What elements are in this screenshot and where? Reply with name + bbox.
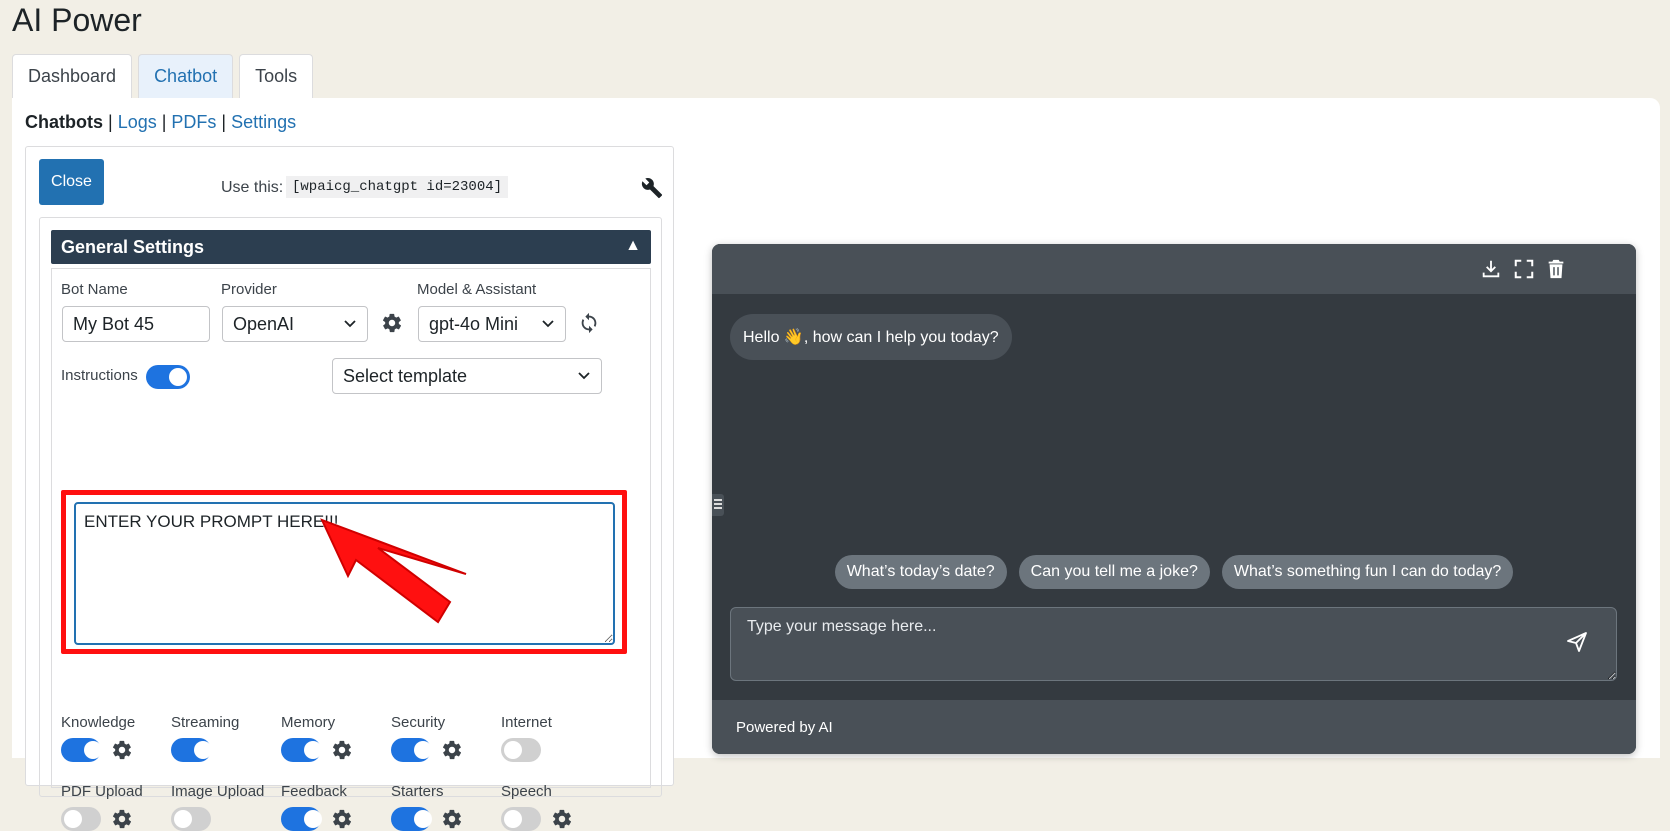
feature-toggle-image-upload[interactable] <box>171 807 211 831</box>
starter-chip[interactable]: What’s something fun I can do today? <box>1221 555 1514 589</box>
feature-label: Streaming <box>171 714 240 731</box>
gear-icon[interactable] <box>331 808 353 830</box>
feature-toggle-internet[interactable] <box>501 738 541 762</box>
bot-name-input[interactable]: My Bot 45 <box>62 306 210 342</box>
chat-preview: Hello 👋, how can I help you today? What’… <box>712 244 1636 754</box>
instructions-toggle[interactable] <box>146 365 190 389</box>
feature-toggle-security[interactable] <box>391 738 432 762</box>
instructions-textarea[interactable]: ENTER YOUR PROMPT HERE!!! <box>74 502 615 645</box>
greeting-bubble: Hello 👋, how can I help you today? <box>730 314 1012 360</box>
feature-label: PDF Upload <box>61 783 143 800</box>
bot-editor-card: Close Use this: [wpaicg_chatgpt id=23004… <box>25 146 674 831</box>
main-panel: Chatbots | Logs | PDFs | Settings Close Use th… <box>12 98 1660 831</box>
prompt-highlight-box: ENTER YOUR PROMPT HERE!!! <box>61 490 627 654</box>
subnav-current: Chatbots <box>25 112 103 132</box>
page-title: AI Power <box>12 2 142 38</box>
general-settings-title: General Settings <box>61 236 205 257</box>
tab-dashboard[interactable]: Dashboard <box>12 54 133 98</box>
template-select[interactable]: Select template <box>332 358 602 394</box>
chevron-down-icon <box>542 320 554 328</box>
subnav-separator: | <box>161 112 167 132</box>
shortcode: [wpaicg_chatgpt id=23004] <box>286 176 509 198</box>
gear-icon[interactable] <box>551 808 573 830</box>
subnav-logs-link[interactable]: Logs <box>118 112 157 132</box>
general-settings-header[interactable]: General Settings ▲ <box>51 230 651 264</box>
fullscreen-icon[interactable] <box>1513 258 1535 280</box>
feature-label: Starters <box>391 783 444 800</box>
chat-header <box>712 244 1636 294</box>
provider-label: Provider <box>221 281 277 298</box>
starter-chip[interactable]: What’s today’s date? <box>834 555 1007 589</box>
feature-label: Speech <box>501 783 552 800</box>
sub-navigation: Chatbots | Logs | PDFs | Settings <box>25 112 296 133</box>
model-label: Model & Assistant <box>417 281 537 298</box>
send-icon[interactable] <box>1565 630 1589 654</box>
feature-toggle-memory[interactable] <box>281 738 322 762</box>
subnav-separator: | <box>221 112 227 132</box>
feature-toggle-knowledge[interactable] <box>61 738 102 762</box>
tab-chatbot[interactable]: Chatbot <box>138 54 234 98</box>
feature-toggle-starters[interactable] <box>391 807 432 831</box>
feature-toggle-feedback[interactable] <box>281 807 322 831</box>
refresh-icon[interactable] <box>578 312 600 334</box>
wrench-icon[interactable] <box>641 177 663 199</box>
feature-label: Feedback <box>281 783 347 800</box>
gear-icon[interactable] <box>441 808 463 830</box>
feature-label: Image Upload <box>171 783 265 800</box>
gear-icon[interactable] <box>111 808 133 830</box>
drag-handle-icon[interactable] <box>712 494 724 516</box>
subnav-pdfs-link[interactable]: PDFs <box>171 112 216 132</box>
starter-chip[interactable]: Can you tell me a joke? <box>1018 555 1210 589</box>
bot-name-label: Bot Name <box>61 281 128 298</box>
model-select[interactable]: gpt-4o Mini <box>418 306 566 342</box>
gear-icon[interactable] <box>111 739 133 761</box>
instructions-label: Instructions <box>61 367 138 384</box>
template-value: Select template <box>343 365 468 386</box>
close-button[interactable]: Close <box>39 159 104 205</box>
feature-label: Security <box>391 714 446 731</box>
chevron-down-icon <box>578 372 590 380</box>
tab-bar: Dashboard Chatbot Tools <box>12 54 314 98</box>
download-icon[interactable] <box>1480 258 1502 280</box>
chat-message-input[interactable] <box>730 607 1617 681</box>
chevron-down-icon <box>344 320 356 328</box>
gear-icon[interactable] <box>441 739 463 761</box>
feature-toggle-speech[interactable] <box>501 807 541 831</box>
provider-value: OpenAI <box>233 313 295 334</box>
subnav-separator: | <box>108 112 113 132</box>
feature-toggle-pdf-upload[interactable] <box>61 807 101 831</box>
collapse-caret-icon: ▲ <box>625 237 641 254</box>
trash-icon[interactable] <box>1545 258 1567 280</box>
feature-label: Knowledge <box>61 714 136 731</box>
use-this-label: Use this: <box>221 179 284 196</box>
conversation-starters: What’s today’s date? Can you tell me a j… <box>712 555 1636 589</box>
tab-tools[interactable]: Tools <box>239 54 314 98</box>
provider-gear-icon[interactable] <box>381 312 403 334</box>
feature-label: Memory <box>281 714 336 731</box>
feature-label: Internet <box>501 714 552 731</box>
gear-icon[interactable] <box>331 739 353 761</box>
subnav-settings-link[interactable]: Settings <box>231 112 296 132</box>
provider-select[interactable]: OpenAI <box>222 306 368 342</box>
model-value: gpt-4o Mini <box>429 313 519 334</box>
feature-toggle-streaming[interactable] <box>171 738 212 762</box>
